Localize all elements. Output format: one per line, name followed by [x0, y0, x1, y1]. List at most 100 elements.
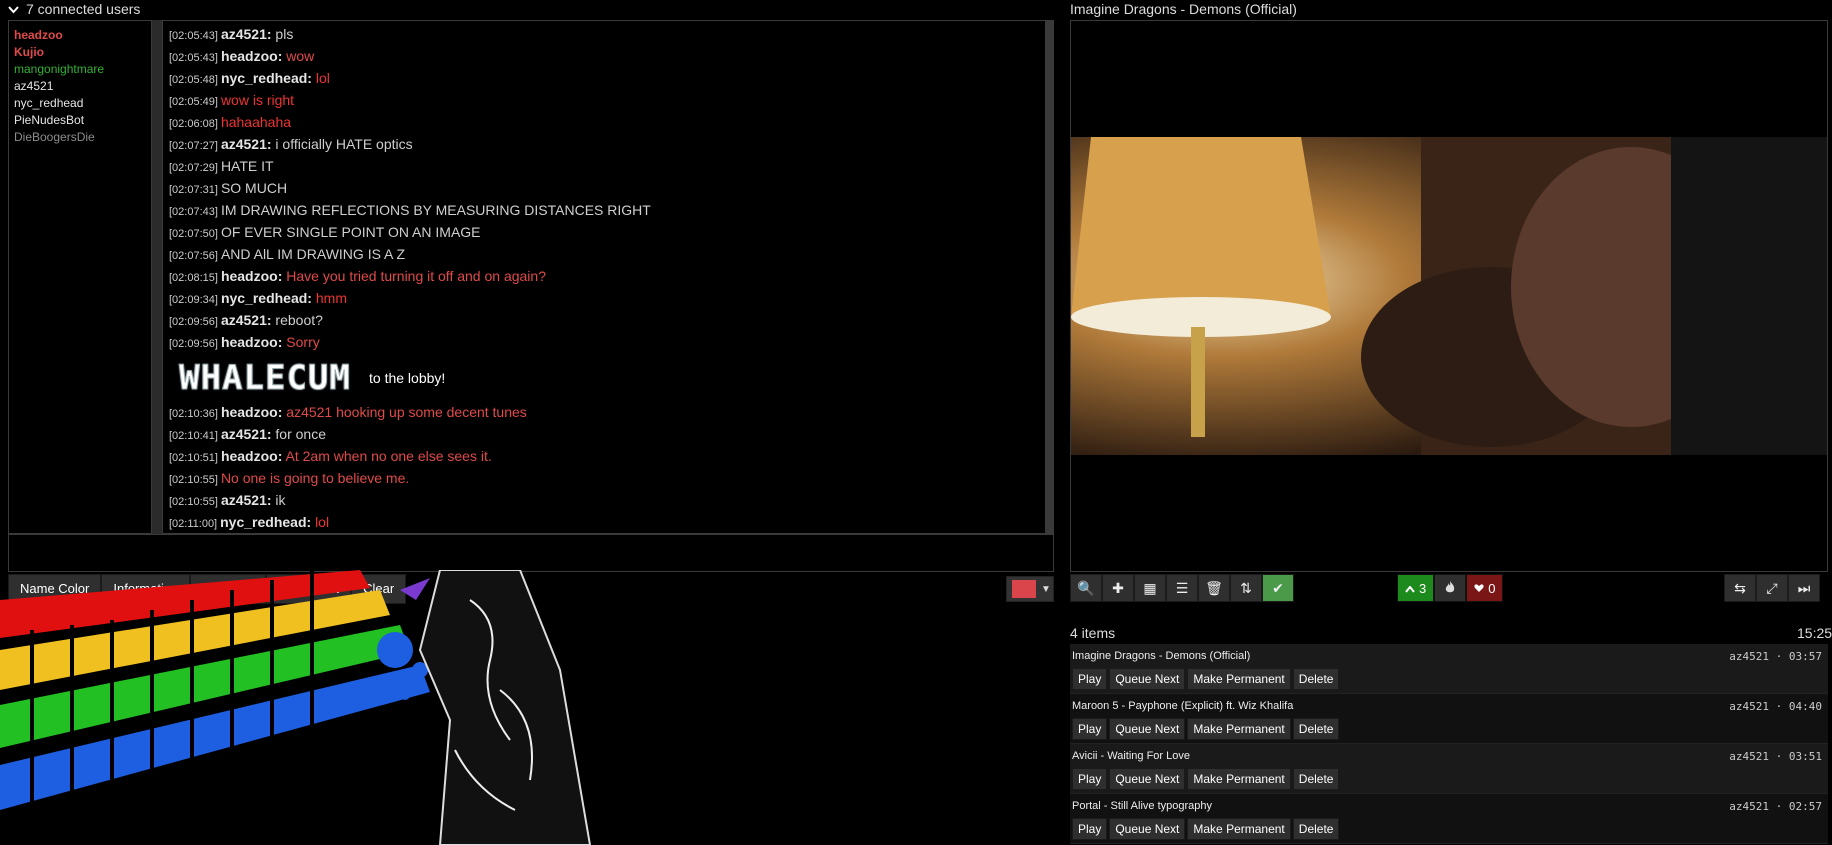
message-timestamp: [02:06:08] — [169, 118, 218, 130]
message-timestamp: [02:05:48] — [169, 74, 218, 86]
plus-button[interactable]: ✚ — [1102, 574, 1134, 602]
message-text: wow — [286, 48, 315, 64]
queue-next-button[interactable]: Queue Next — [1109, 668, 1186, 690]
message-timestamp: [02:08:15] — [169, 272, 218, 284]
caret-down-icon: ▼ — [1041, 583, 1051, 595]
skip-button[interactable]: ⏭ — [1788, 574, 1820, 602]
trash-button[interactable]: 🗑 — [1198, 574, 1230, 602]
queue-next-button[interactable]: Queue Next — [1109, 718, 1186, 740]
message-timestamp: [02:11:00] — [169, 518, 218, 530]
message-nick[interactable]: headzoo: — [221, 404, 282, 420]
message-text: lol — [315, 70, 330, 86]
chat-message: [02:10:36] headzoo: az4521 hooking up som… — [169, 402, 1039, 424]
repeat-button[interactable]: ⇆ — [1724, 574, 1756, 602]
message-nick[interactable]: az4521: — [221, 136, 272, 152]
chat-message-emote: WHALECUM to the lobby! — [169, 354, 1039, 402]
chat-message: [02:10:55] No one is going to believe me. — [169, 468, 1039, 490]
chat-scrollbar[interactable] — [1045, 20, 1054, 534]
message-nick[interactable]: az4521: — [221, 26, 272, 42]
chat-buffer: [02:05:43] az4521: pls [02:05:43] headzoo: … — [162, 20, 1046, 534]
user-mangonightmare[interactable]: mangonightmare — [14, 61, 146, 78]
queue-next-button[interactable]: Queue Next — [1109, 818, 1186, 840]
message-timestamp: [02:09:56] — [169, 338, 218, 350]
message-nick[interactable]: headzoo: — [221, 448, 282, 464]
chat-message: [02:05:43] headzoo: wow — [169, 46, 1039, 68]
message-nick[interactable]: nyc_redhead: — [221, 290, 312, 306]
message-timestamp: [02:10:55] — [169, 474, 218, 486]
user-nyc_redhead[interactable]: nyc_redhead — [14, 95, 146, 112]
flame-icon — [1444, 580, 1456, 597]
message-nick[interactable]: az4521: — [221, 426, 272, 442]
vote-down-count: 0 — [1488, 580, 1496, 596]
user-dieboogersdie[interactable]: DieBoogersDie — [14, 129, 146, 146]
delete-button[interactable]: Delete — [1292, 718, 1340, 740]
play-button[interactable]: Play — [1072, 718, 1108, 740]
check-button[interactable]: ✔ — [1262, 574, 1294, 602]
user-az4521[interactable]: az4521 — [14, 78, 146, 95]
make-permanent-button[interactable]: Make Permanent — [1187, 668, 1291, 690]
playlist-item-meta: az4521 · 04:40 — [1729, 700, 1822, 713]
sort-button[interactable]: ⇅ — [1230, 574, 1262, 602]
playlist-item[interactable]: Maroon 5 - Payphone (Explicit) ft. Wiz K… — [1070, 694, 1828, 744]
message-nick[interactable]: nyc_redhead: — [221, 70, 312, 86]
users-header[interactable]: 7 connected users — [8, 0, 140, 18]
burn-button[interactable] — [1434, 574, 1467, 602]
message-text: pls — [275, 26, 294, 42]
chevron-down-icon[interactable] — [8, 1, 20, 19]
play-button[interactable]: Play — [1072, 668, 1108, 690]
message-nick[interactable]: headzoo: — [221, 334, 282, 350]
user-kujio[interactable]: Kujio — [14, 44, 146, 61]
playlist-item[interactable]: Imagine Dragons - Demons (Official) az452… — [1070, 644, 1828, 694]
playlist-item[interactable]: Portal - Still Alive typography az4521 · … — [1070, 794, 1828, 844]
delete-button[interactable]: Delete — [1292, 668, 1340, 690]
make-permanent-button[interactable]: Make Permanent — [1187, 718, 1291, 740]
play-button[interactable]: Play — [1072, 818, 1108, 840]
chat-input[interactable] — [8, 534, 1054, 572]
video-player[interactable] — [1070, 20, 1828, 572]
vote-down-button[interactable]: 0 — [1466, 574, 1504, 602]
user-list: headzoo Kujio mangonightmare az4521 nyc_redh… — [8, 20, 152, 534]
grid-icon: ▦ — [1143, 579, 1157, 596]
message-text: hahaahaha — [220, 114, 292, 130]
background-art — [0, 570, 592, 845]
chat-message: [02:08:15] headzoo: Have you tried turnin… — [169, 266, 1039, 288]
fullscreen-button[interactable]: ⤢ — [1756, 574, 1788, 602]
message-timestamp: [02:05:49] — [169, 96, 218, 108]
chat-message: [02:07:31] SO MUCH — [169, 178, 1039, 200]
message-nick[interactable]: nyc_redhead: — [220, 514, 311, 530]
trash-icon: 🗑 — [1205, 579, 1223, 596]
play-button[interactable]: Play — [1072, 768, 1108, 790]
video-title: Imagine Dragons - Demons (Official) — [1070, 1, 1297, 17]
queue-next-button[interactable]: Queue Next — [1109, 768, 1186, 790]
search-button[interactable]: 🔍 — [1070, 574, 1102, 602]
make-permanent-button[interactable]: Make Permanent — [1187, 768, 1291, 790]
message-text: wow is right — [220, 92, 295, 108]
make-permanent-button[interactable]: Make Permanent — [1187, 818, 1291, 840]
chat-message: [02:09:56] az4521: reboot? — [169, 310, 1039, 332]
user-pienudesbot[interactable]: PieNudesBot — [14, 112, 146, 129]
playlist-item-title[interactable]: Avicii - Waiting For Love — [1072, 750, 1190, 762]
chevron-up-icon — [1405, 581, 1415, 596]
message-nick[interactable]: az4521: — [221, 492, 272, 508]
playlist-item[interactable]: Avicii - Waiting For Love az4521 · 03:51 P… — [1070, 744, 1828, 794]
list-button[interactable]: ☰ — [1166, 574, 1198, 602]
message-nick[interactable]: az4521: — [221, 312, 272, 328]
chat-message: [02:10:51] headzoo: At 2am when no one el… — [169, 446, 1039, 468]
color-picker[interactable]: ▼ — [1006, 576, 1054, 602]
message-nick[interactable]: headzoo: — [221, 268, 282, 284]
plus-icon: ✚ — [1112, 579, 1124, 596]
playlist-item-title[interactable]: Maroon 5 - Payphone (Explicit) ft. Wiz K… — [1072, 700, 1293, 712]
vote-up-button[interactable]: 3 — [1397, 574, 1435, 602]
playlist-count: 4 items — [1070, 625, 1116, 641]
delete-button[interactable]: Delete — [1292, 768, 1340, 790]
message-timestamp: [02:07:29] — [169, 162, 218, 174]
user-headzoo[interactable]: headzoo — [14, 27, 146, 44]
grid-button[interactable]: ▦ — [1134, 574, 1166, 602]
message-text: Have you tried turning it off and on aga… — [286, 268, 546, 284]
delete-button[interactable]: Delete — [1292, 818, 1340, 840]
playlist-item-title[interactable]: Imagine Dragons - Demons (Official) — [1072, 650, 1250, 662]
message-nick[interactable]: headzoo: — [221, 48, 282, 64]
message-text: At 2am when no one else sees it. — [285, 448, 492, 464]
message-text: reboot? — [275, 312, 323, 328]
playlist-item-title[interactable]: Portal - Still Alive typography — [1072, 800, 1212, 812]
